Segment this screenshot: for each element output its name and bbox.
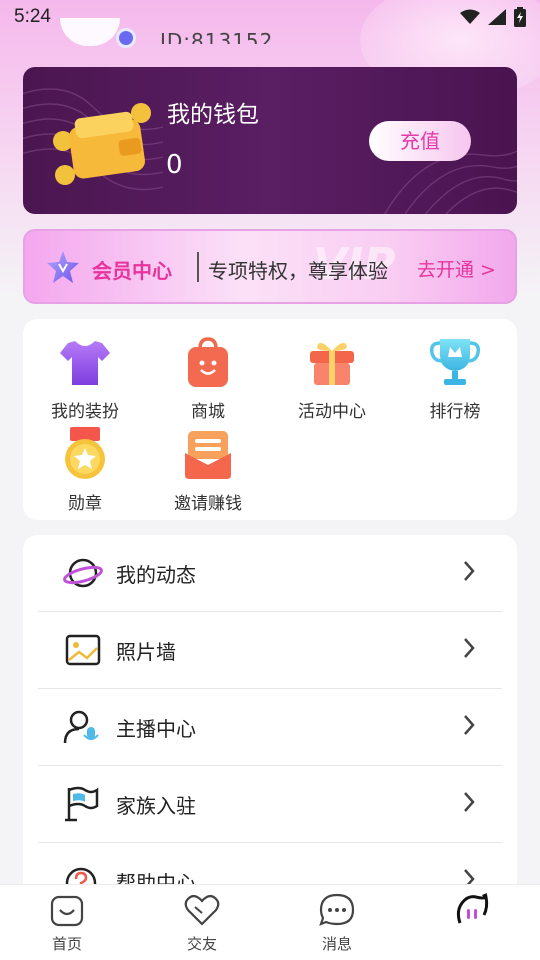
menu-item-family-join[interactable]: 家族入驻 bbox=[38, 766, 502, 843]
grid-item-activity-center[interactable]: 活动中心 bbox=[277, 335, 387, 422]
nav-tab-friends[interactable]: 交友 bbox=[162, 893, 242, 954]
vip-star-icon bbox=[47, 251, 79, 283]
nav-tab-label: 交友 bbox=[186, 935, 217, 953]
menu-item-label: 家族入驻 bbox=[116, 794, 196, 818]
anchor-mic-icon bbox=[63, 710, 99, 744]
chevron-right-icon bbox=[464, 715, 475, 735]
grid-item-label: 邀请赚钱 bbox=[174, 494, 242, 514]
bottom-nav: 首页 交友 消息 bbox=[0, 884, 540, 960]
grid-item-label: 排行榜 bbox=[429, 402, 481, 422]
trophy-icon bbox=[429, 339, 481, 385]
grid-item-label: 活动中心 bbox=[298, 402, 366, 422]
feature-grid: 我的装扮 商城 活动中心 排行榜 勋章 邀请赚钱 bbox=[23, 319, 517, 520]
heart-icon bbox=[184, 894, 220, 926]
vip-open-link[interactable]: 去开通 > bbox=[417, 255, 496, 282]
chat-icon bbox=[319, 893, 355, 926]
envelope-icon bbox=[185, 431, 231, 479]
menu-item-my-posts[interactable]: 我的动态 bbox=[38, 535, 502, 612]
grid-item-label: 勋章 bbox=[68, 494, 102, 514]
chevron-right-icon bbox=[464, 792, 475, 812]
battery-icon bbox=[514, 7, 526, 31]
avatar[interactable] bbox=[60, 18, 136, 48]
vip-divider bbox=[197, 252, 199, 282]
menu-item-label: 照片墙 bbox=[116, 640, 176, 664]
grid-item-dress-up[interactable]: 我的装扮 bbox=[30, 335, 140, 422]
wallet-balance: 0 bbox=[166, 150, 183, 180]
signal-icon bbox=[488, 9, 506, 29]
menu-item-label: 我的动态 bbox=[116, 563, 196, 587]
menu-item-label: 主播中心 bbox=[116, 717, 196, 741]
shopping-bag-icon bbox=[188, 337, 228, 387]
grid-item-invite-earn[interactable]: 邀请赚钱 bbox=[153, 427, 263, 514]
menu-list: 我的动态 照片墙 主播中心 家族入驻 帮助中心 bbox=[23, 535, 517, 935]
wallet-title: 我的钱包 bbox=[167, 102, 259, 128]
nav-tab-profile[interactable] bbox=[432, 893, 512, 933]
user-id: ID:813152 bbox=[160, 29, 274, 44]
nav-tab-messages[interactable]: 消息 bbox=[297, 893, 377, 954]
recharge-button[interactable]: 充值 bbox=[369, 121, 471, 161]
chevron-right-icon bbox=[464, 638, 475, 658]
tshirt-icon bbox=[60, 341, 110, 385]
vip-title: 会员中心 bbox=[92, 259, 172, 283]
medal-icon bbox=[65, 427, 105, 479]
grid-item-mall[interactable]: 商城 bbox=[153, 335, 263, 422]
menu-item-photo-wall[interactable]: 照片墙 bbox=[38, 612, 502, 689]
flag-icon bbox=[65, 786, 99, 822]
verified-badge-icon bbox=[116, 28, 136, 48]
vip-subtitle: 专项特权，尊享体验 bbox=[208, 259, 388, 283]
menu-item-anchor-center[interactable]: 主播中心 bbox=[38, 689, 502, 766]
grid-item-ranking[interactable]: 排行榜 bbox=[400, 335, 510, 422]
grid-item-medals[interactable]: 勋章 bbox=[30, 427, 140, 514]
nav-tab-home[interactable]: 首页 bbox=[27, 893, 107, 954]
wifi-icon bbox=[460, 9, 480, 29]
gift-icon bbox=[310, 342, 354, 385]
grid-item-label: 商城 bbox=[191, 402, 225, 422]
nav-tab-label: 首页 bbox=[51, 935, 82, 953]
photo-icon bbox=[65, 634, 101, 666]
profile-icon bbox=[456, 893, 489, 924]
planet-icon bbox=[63, 558, 103, 588]
wallet-icon bbox=[53, 103, 151, 185]
chevron-right-icon bbox=[464, 561, 475, 581]
home-icon bbox=[50, 895, 84, 927]
status-time: 5:24 bbox=[14, 6, 51, 27]
wallet-card[interactable]: 我的钱包 0 充值 bbox=[23, 67, 517, 214]
vip-banner[interactable]: VIP 会员中心 专项特权，尊享体验 去开通 > bbox=[23, 229, 517, 304]
nav-tab-label: 消息 bbox=[321, 935, 352, 953]
grid-item-label: 我的装扮 bbox=[51, 402, 119, 422]
